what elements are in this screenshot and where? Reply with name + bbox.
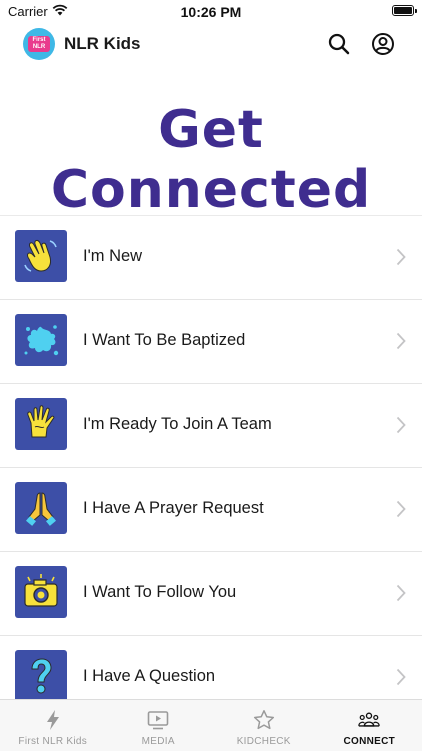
people-icon: [358, 709, 380, 731]
tab-label: MEDIA: [106, 736, 212, 747]
item-thumbnail: [15, 566, 67, 618]
app-logo[interactable]: First NLR: [23, 28, 55, 60]
profile-icon[interactable]: [371, 32, 395, 56]
tab-connect[interactable]: CONNECT: [317, 700, 422, 751]
play-screen-icon: [147, 709, 169, 731]
status-bar: Carrier 10:26 PM: [0, 0, 422, 24]
list-item-im-new[interactable]: I'm New: [0, 215, 422, 300]
list-item-baptized[interactable]: I Want To Be Baptized: [0, 300, 422, 384]
painted-hand-icon: [20, 403, 62, 445]
item-label: I'm Ready To Join A Team: [83, 415, 272, 434]
tab-bar: First NLR Kids MEDIA KIDCHECK CONNECT: [0, 699, 422, 751]
lightning-icon: [42, 709, 64, 731]
chevron-right-icon: [396, 248, 406, 266]
waving-hand-icon: [20, 235, 62, 277]
list-item-follow[interactable]: I Want To Follow You: [0, 552, 422, 636]
star-icon: [253, 709, 275, 731]
item-thumbnail: [15, 398, 67, 450]
item-label: I Have A Prayer Request: [83, 499, 264, 518]
praying-hands-icon: [20, 487, 62, 529]
item-thumbnail: [15, 230, 67, 282]
chevron-right-icon: [396, 500, 406, 518]
item-thumbnail: [15, 482, 67, 534]
tab-first-nlr-kids[interactable]: First NLR Kids: [0, 700, 106, 751]
list-item-join-team[interactable]: I'm Ready To Join A Team: [0, 384, 422, 468]
connect-list: I'm New I Want To Be Baptized I'm Ready …: [0, 215, 422, 720]
item-label: I'm New: [83, 247, 142, 266]
battery-icon: [392, 5, 414, 16]
search-icon[interactable]: [327, 32, 351, 56]
nav-bar: First NLR NLR Kids: [0, 24, 422, 64]
tab-media[interactable]: MEDIA: [106, 700, 212, 751]
water-splash-icon: [20, 319, 62, 361]
chevron-right-icon: [396, 584, 406, 602]
tab-label: KIDCHECK: [211, 736, 317, 747]
item-label: I Want To Follow You: [83, 583, 236, 602]
chevron-right-icon: [396, 416, 406, 434]
chevron-right-icon: [396, 332, 406, 350]
question-mark-icon: [20, 655, 62, 697]
chevron-right-icon: [396, 668, 406, 686]
logo-text-bottom: NLR: [28, 44, 50, 51]
clock: 10:26 PM: [0, 4, 422, 20]
tab-label: First NLR Kids: [0, 736, 106, 747]
item-label: I Have A Question: [83, 667, 215, 686]
list-item-prayer-request[interactable]: I Have A Prayer Request: [0, 468, 422, 552]
camera-icon: [20, 571, 62, 613]
app-title: NLR Kids: [64, 34, 141, 54]
item-label: I Want To Be Baptized: [83, 331, 245, 350]
item-thumbnail: [15, 650, 67, 702]
logo-text-top: First: [28, 37, 50, 44]
page-title: Get Connected: [0, 100, 422, 220]
logo-badge: First NLR: [28, 36, 50, 52]
tab-label: CONNECT: [317, 736, 422, 747]
tab-kidcheck[interactable]: KIDCHECK: [211, 700, 317, 751]
item-thumbnail: [15, 314, 67, 366]
